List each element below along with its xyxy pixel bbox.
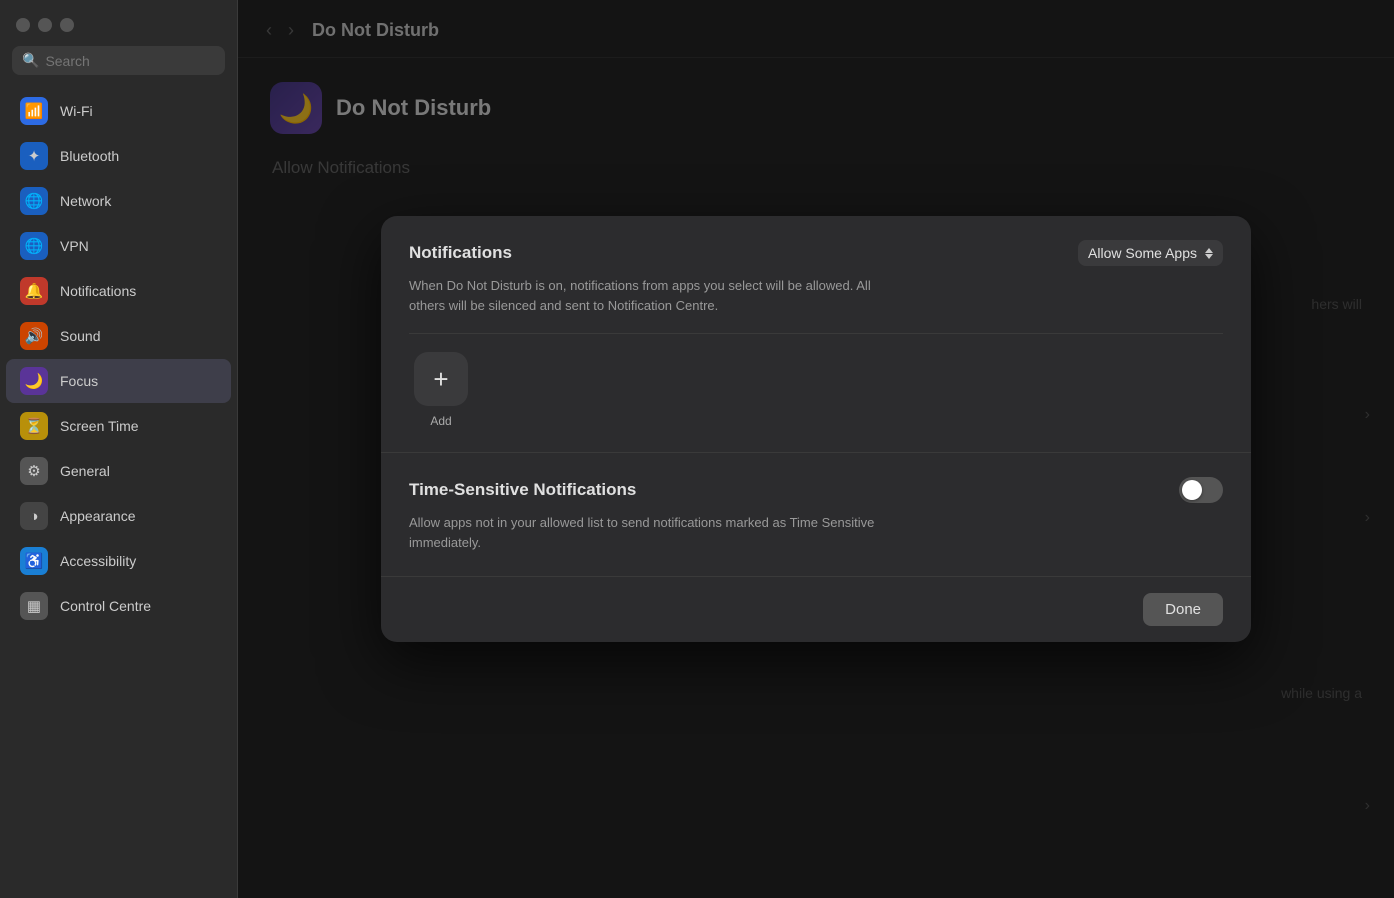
search-bar[interactable]: 🔍 bbox=[12, 46, 225, 75]
time-sensitive-section: Time-Sensitive Notifications Allow apps … bbox=[381, 453, 1251, 577]
sidebar-item-label-network: Network bbox=[60, 193, 111, 209]
sidebar-item-label-accessibility: Accessibility bbox=[60, 553, 136, 569]
control-centre-icon: ▦ bbox=[20, 592, 48, 620]
allow-select-label: Allow Some Apps bbox=[1088, 245, 1197, 261]
sidebar-item-label-general: General bbox=[60, 463, 110, 479]
divider bbox=[409, 333, 1223, 334]
time-sensitive-toggle[interactable] bbox=[1179, 477, 1223, 503]
sidebar-item-general[interactable]: ⚙ General bbox=[6, 449, 231, 493]
time-sensitive-header: Time-Sensitive Notifications bbox=[409, 477, 1223, 503]
notifications-section: Notifications Allow Some Apps When Do No… bbox=[381, 216, 1251, 453]
search-input[interactable] bbox=[45, 53, 215, 69]
sidebar-item-label-notifications: Notifications bbox=[60, 283, 136, 299]
sidebar-item-wifi[interactable]: 📶 Wi-Fi bbox=[6, 89, 231, 133]
sidebar-item-label-control-centre: Control Centre bbox=[60, 598, 151, 614]
sidebar-item-control-centre[interactable]: ▦ Control Centre bbox=[6, 584, 231, 628]
sidebar-item-network[interactable]: 🌐 Network bbox=[6, 179, 231, 223]
vpn-icon: 🌐 bbox=[20, 232, 48, 260]
notifications-section-description: When Do Not Disturb is on, notifications… bbox=[409, 276, 909, 315]
sidebar-item-screen-time[interactable]: ⏳ Screen Time bbox=[6, 404, 231, 448]
sound-icon: 🔊 bbox=[20, 322, 48, 350]
modal-footer: Done bbox=[381, 577, 1251, 642]
sidebar-item-label-appearance: Appearance bbox=[60, 508, 136, 524]
traffic-light-fullscreen[interactable] bbox=[60, 18, 74, 32]
add-label: Add bbox=[430, 414, 451, 428]
notifications-section-header: Notifications Allow Some Apps bbox=[409, 240, 1223, 266]
sidebar-item-label-bluetooth: Bluetooth bbox=[60, 148, 119, 164]
window-controls bbox=[0, 0, 237, 46]
sidebar-item-label-screen-time: Screen Time bbox=[60, 418, 139, 434]
traffic-light-close[interactable] bbox=[16, 18, 30, 32]
traffic-light-minimize[interactable] bbox=[38, 18, 52, 32]
sidebar-item-appearance[interactable]: ◑ Appearance bbox=[6, 494, 231, 538]
time-sensitive-description: Allow apps not in your allowed list to s… bbox=[409, 513, 909, 552]
sidebar-item-label-vpn: VPN bbox=[60, 238, 89, 254]
screen-time-icon: ⏳ bbox=[20, 412, 48, 440]
search-icon: 🔍 bbox=[22, 52, 39, 69]
sidebar-item-sound[interactable]: 🔊 Sound bbox=[6, 314, 231, 358]
notifications-section-title: Notifications bbox=[409, 243, 512, 263]
sidebar-items: 📶 Wi-Fi ✦ Bluetooth 🌐 Network 🌐 VPN 🔔 Notificatio… bbox=[0, 89, 237, 628]
appearance-icon: ◑ bbox=[20, 502, 48, 530]
wifi-icon: 📶 bbox=[20, 97, 48, 125]
modal: Notifications Allow Some Apps When Do No… bbox=[381, 216, 1251, 642]
bluetooth-icon: ✦ bbox=[20, 142, 48, 170]
allow-some-apps-select[interactable]: Allow Some Apps bbox=[1078, 240, 1223, 266]
sidebar-item-bluetooth[interactable]: ✦ Bluetooth bbox=[6, 134, 231, 178]
sidebar-item-label-sound: Sound bbox=[60, 328, 100, 344]
sidebar: 🔍 📶 Wi-Fi ✦ Bluetooth 🌐 Network 🌐 VPN 🔔 Notificat… bbox=[0, 0, 238, 898]
general-icon: ⚙ bbox=[20, 457, 48, 485]
add-button[interactable]: + bbox=[414, 352, 468, 406]
focus-icon: 🌙 bbox=[20, 367, 48, 395]
toggle-knob bbox=[1182, 480, 1202, 500]
time-sensitive-title: Time-Sensitive Notifications bbox=[409, 480, 636, 500]
sidebar-item-label-focus: Focus bbox=[60, 373, 98, 389]
sidebar-item-accessibility[interactable]: ♿ Accessibility bbox=[6, 539, 231, 583]
add-button-area: + Add bbox=[409, 352, 473, 428]
done-button[interactable]: Done bbox=[1143, 593, 1223, 626]
sidebar-item-label-wifi: Wi-Fi bbox=[60, 103, 93, 119]
sidebar-item-notifications[interactable]: 🔔 Notifications bbox=[6, 269, 231, 313]
accessibility-icon: ♿ bbox=[20, 547, 48, 575]
notifications-icon: 🔔 bbox=[20, 277, 48, 305]
chevron-icon bbox=[1205, 248, 1213, 259]
network-icon: 🌐 bbox=[20, 187, 48, 215]
modal-overlay: Notifications Allow Some Apps When Do No… bbox=[238, 0, 1394, 898]
sidebar-item-vpn[interactable]: 🌐 VPN bbox=[6, 224, 231, 268]
sidebar-item-focus[interactable]: 🌙 Focus bbox=[6, 359, 231, 403]
